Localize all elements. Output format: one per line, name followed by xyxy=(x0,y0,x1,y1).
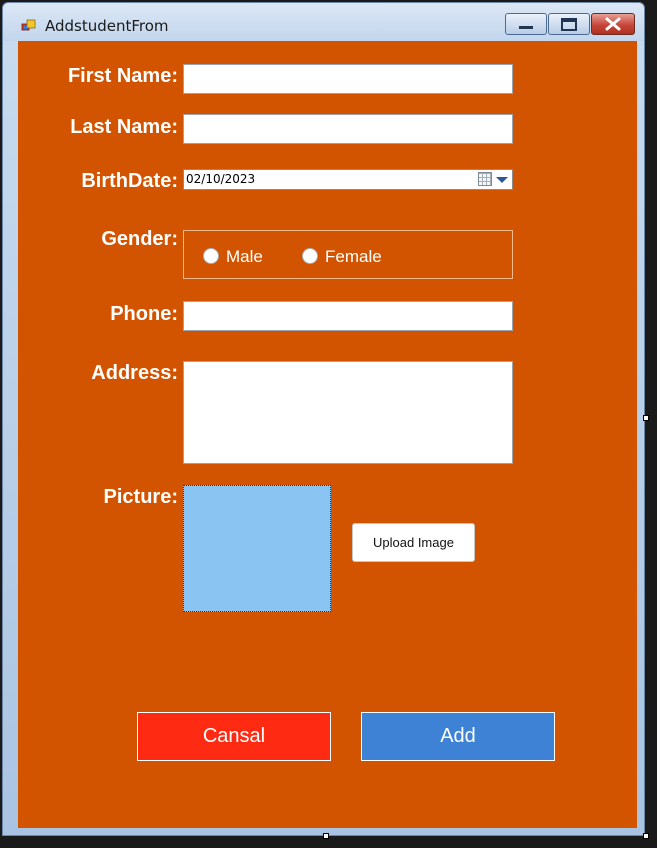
picture-box[interactable] xyxy=(183,485,331,612)
female-radio[interactable] xyxy=(302,248,318,264)
minimize-button[interactable] xyxy=(505,13,547,35)
address-label: Address: xyxy=(91,362,178,384)
maximize-icon xyxy=(561,18,577,31)
phone-label: Phone: xyxy=(110,303,178,325)
add-student-window: AddstudentFrom First Name: Last Name: Bi… xyxy=(2,2,645,836)
gender-group: Male Female xyxy=(183,230,513,279)
gender-label: Gender: xyxy=(101,228,178,250)
female-radio-label[interactable]: Female xyxy=(325,247,382,267)
dropdown-arrow-icon[interactable] xyxy=(496,177,508,183)
address-textarea[interactable] xyxy=(183,361,513,464)
form-area: First Name: Last Name: BirthDate: 02/10/… xyxy=(18,41,637,828)
last-name-input[interactable] xyxy=(183,114,513,144)
birthdate-value: 02/10/2023 xyxy=(186,172,256,186)
maximize-button[interactable] xyxy=(548,13,590,35)
birthdate-picker[interactable]: 02/10/2023 xyxy=(183,169,513,190)
male-radio-label[interactable]: Male xyxy=(226,247,263,267)
last-name-label: Last Name: xyxy=(70,116,178,138)
resize-handle-corner[interactable] xyxy=(643,833,649,839)
close-icon xyxy=(605,17,621,31)
first-name-input[interactable] xyxy=(183,64,513,94)
calendar-icon[interactable] xyxy=(478,172,492,186)
minimize-icon xyxy=(519,26,533,29)
app-icon xyxy=(21,19,36,31)
resize-handle-bottom[interactable] xyxy=(323,833,329,839)
picture-label: Picture: xyxy=(103,486,178,508)
resize-handle-right[interactable] xyxy=(643,415,649,421)
title-bar[interactable]: AddstudentFrom xyxy=(3,3,644,41)
birthdate-label: BirthDate: xyxy=(81,170,178,192)
phone-input[interactable] xyxy=(183,301,513,331)
first-name-label: First Name: xyxy=(67,65,178,87)
male-radio[interactable] xyxy=(203,248,219,264)
cancel-button[interactable]: Cansal xyxy=(137,712,331,761)
window-title: AddstudentFrom xyxy=(45,17,169,35)
close-button[interactable] xyxy=(591,13,635,35)
add-button[interactable]: Add xyxy=(361,712,555,761)
upload-image-button[interactable]: Upload Image xyxy=(352,523,475,562)
